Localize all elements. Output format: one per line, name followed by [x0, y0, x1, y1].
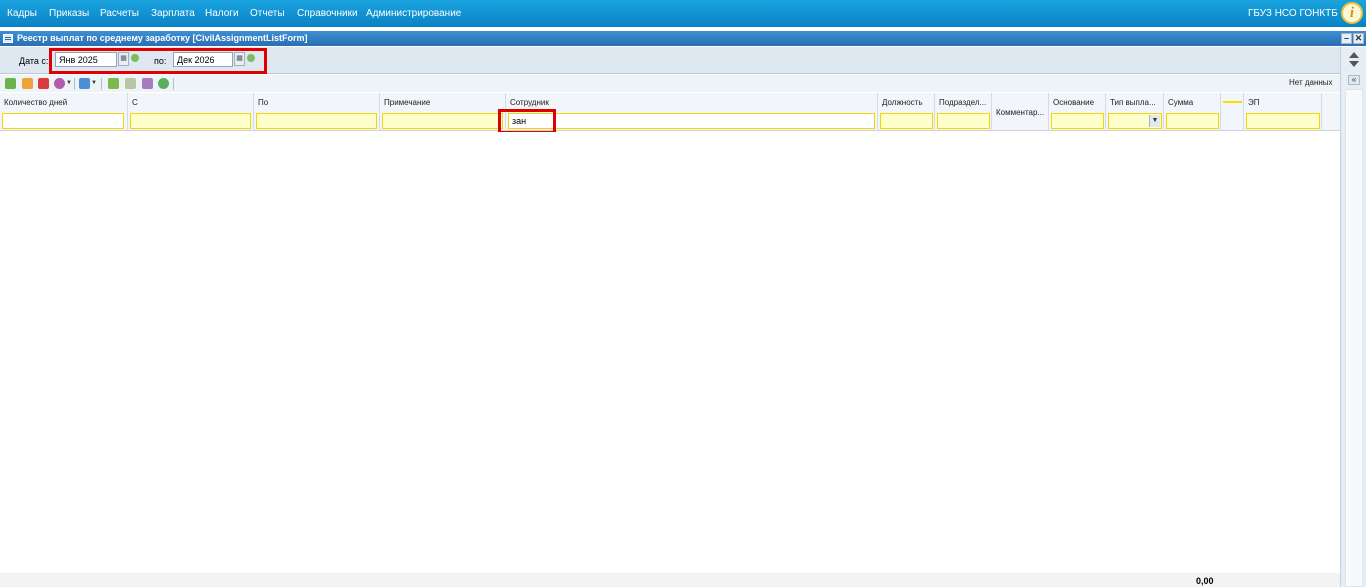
sum-filter-input[interactable] — [1166, 113, 1219, 129]
column-comment[interactable]: Комментар... — [992, 93, 1049, 131]
scroll-up-icon[interactable] — [1349, 52, 1359, 58]
right-side-panel: « — [1340, 47, 1366, 587]
grid-header: Количество дней С По Примечание Сотрудни… — [0, 93, 1340, 131]
column-payment-type[interactable]: Тип выпла... ▼ — [1106, 93, 1164, 131]
column-days-label: Количество дней — [4, 98, 68, 107]
column-ep[interactable]: ЭП — [1244, 93, 1322, 131]
date-from-input[interactable]: Янв 2025 — [55, 52, 117, 67]
to-filter-input[interactable] — [256, 113, 377, 129]
mail-icon[interactable] — [108, 78, 119, 89]
menu-item-spravochniki[interactable]: Справочники — [297, 8, 358, 19]
column-basis[interactable]: Основание — [1049, 93, 1106, 131]
toolbar-separator — [101, 78, 102, 90]
column-department[interactable]: Подраздел... — [935, 93, 992, 131]
column-employee-label: Сотрудник — [510, 98, 549, 107]
organization-name: ГБУЗ НСО ГОНКТБ — [1248, 8, 1338, 19]
column-department-label: Подраздел... — [939, 98, 987, 107]
department-filter-input[interactable] — [937, 113, 990, 129]
menu-item-administrirovanie[interactable]: Администрирование — [366, 8, 461, 19]
main-menu-bar: Кадры Приказы Расчеты Зарплата Налоги От… — [0, 0, 1366, 27]
payment-type-filter-select[interactable]: ▼ — [1108, 113, 1162, 129]
close-button[interactable]: ✕ — [1353, 33, 1364, 44]
employee-filter-input[interactable] — [508, 113, 875, 129]
column-comment-label: Комментар... — [996, 108, 1045, 117]
column-sum[interactable]: Сумма — [1164, 93, 1221, 131]
window-title-bar: Реестр выплат по среднему заработку [Civ… — [0, 31, 1366, 46]
grid-footer: 0,00 — [0, 573, 1340, 587]
window-title: Реестр выплат по среднему заработку [Civ… — [17, 33, 308, 43]
grid-body — [0, 132, 1340, 573]
column-basis-label: Основание — [1053, 98, 1095, 107]
delete-icon[interactable] — [38, 78, 49, 89]
sum-total: 0,00 — [1196, 576, 1214, 586]
note-filter-input[interactable] — [382, 113, 503, 129]
date-to-input[interactable]: Дек 2026 — [173, 52, 233, 67]
from-filter-input[interactable] — [130, 113, 251, 129]
column-blank-marker — [1223, 101, 1242, 103]
date-from-calendar-icon[interactable]: ▦ — [118, 52, 129, 66]
scroll-down-icon[interactable] — [1349, 61, 1359, 67]
column-ep-label: ЭП — [1248, 98, 1260, 107]
settings-icon[interactable] — [54, 78, 65, 89]
column-from[interactable]: С — [128, 93, 254, 131]
column-blank[interactable] — [1221, 93, 1244, 131]
days-filter-input[interactable] — [2, 113, 124, 129]
column-days[interactable]: Количество дней — [0, 93, 128, 131]
menu-item-otchety[interactable]: Отчеты — [250, 8, 285, 19]
settings-dropdown-icon[interactable]: ▼ — [66, 80, 72, 86]
add-icon[interactable] — [5, 78, 16, 89]
edit-icon[interactable] — [22, 78, 33, 89]
ep-filter-input[interactable] — [1246, 113, 1320, 129]
menu-item-prikazy[interactable]: Приказы — [49, 8, 89, 19]
column-note-label: Примечание — [384, 98, 431, 107]
menu-item-nalogi[interactable]: Налоги — [205, 8, 239, 19]
menu-item-zarplata[interactable]: Зарплата — [151, 8, 195, 19]
menu-item-kadry[interactable]: Кадры — [7, 8, 37, 19]
column-payment-type-label: Тип выпла... — [1110, 98, 1156, 107]
refresh-icon[interactable] — [158, 78, 169, 89]
sign-icon[interactable] — [142, 78, 153, 89]
column-from-label: С — [132, 98, 138, 107]
info-icon[interactable]: i — [1341, 2, 1363, 24]
chevron-down-icon[interactable]: ▼ — [1149, 115, 1160, 127]
date-to-calendar-icon[interactable]: ▦ — [234, 52, 245, 66]
vertical-scrollbar[interactable] — [1345, 89, 1363, 587]
minimize-button[interactable]: – — [1341, 33, 1352, 44]
print-icon[interactable] — [79, 78, 90, 89]
column-to[interactable]: По — [254, 93, 380, 131]
date-from-label: Дата с: — [19, 56, 49, 66]
basis-filter-input[interactable] — [1051, 113, 1104, 129]
print-dropdown-icon[interactable]: ▼ — [91, 80, 97, 86]
collapse-panel-icon[interactable]: « — [1348, 75, 1360, 85]
column-sum-label: Сумма — [1168, 98, 1194, 107]
no-data-label: Нет данных — [1289, 78, 1333, 87]
date-from-apply-icon[interactable] — [130, 53, 141, 65]
menu-item-raschety[interactable]: Расчеты — [100, 8, 139, 19]
column-position[interactable]: Должность — [878, 93, 935, 131]
column-employee[interactable]: Сотрудник — [506, 93, 878, 131]
column-to-label: По — [258, 98, 269, 107]
toolbar-separator — [74, 78, 75, 90]
toolbar-separator — [173, 78, 174, 90]
date-filter-bar: Дата с: Янв 2025 ▦ по: Дек 2026 ▦ — [0, 47, 1340, 74]
position-filter-input[interactable] — [880, 113, 933, 129]
column-note[interactable]: Примечание — [380, 93, 506, 131]
grid-toolbar: ▼ ▼ Нет данных — [0, 75, 1340, 92]
column-position-label: Должность — [882, 98, 923, 107]
date-to-label: по: — [154, 56, 167, 66]
mail-disabled-icon — [125, 78, 136, 89]
date-to-apply-icon[interactable] — [246, 53, 257, 65]
window-list-icon — [3, 34, 13, 43]
